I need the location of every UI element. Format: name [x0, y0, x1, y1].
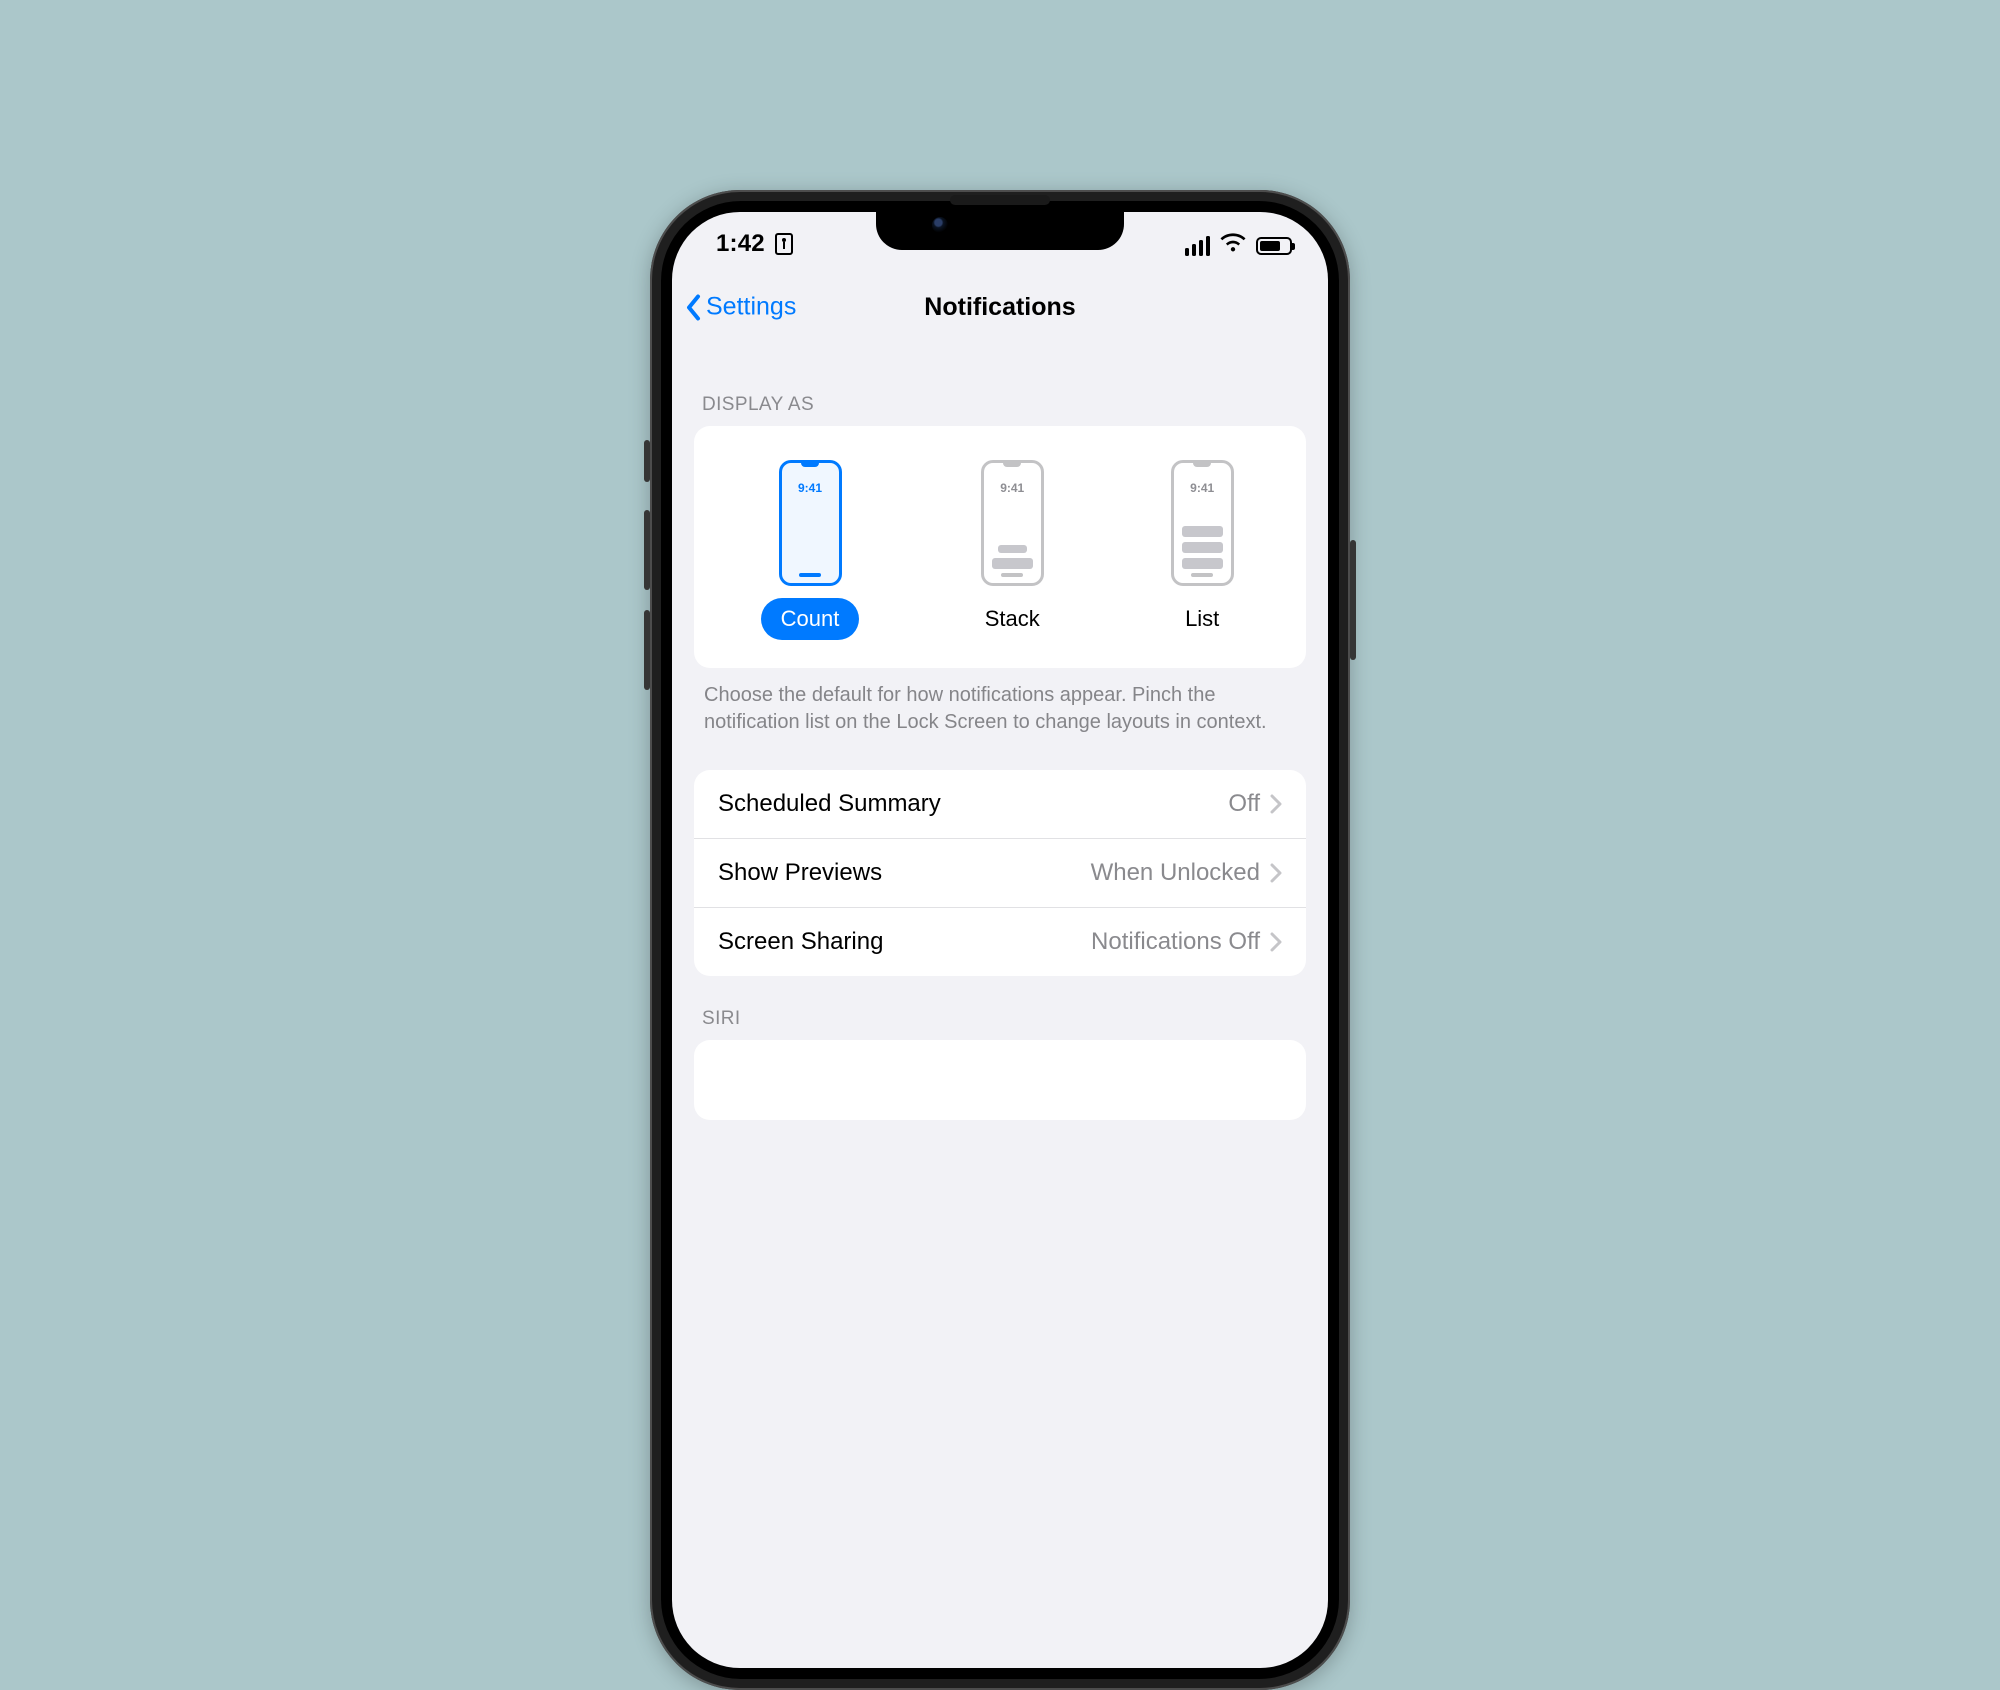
stack-preview-icon: 9:41 — [981, 460, 1044, 586]
cellular-signal-icon — [1185, 236, 1211, 256]
device-notch — [876, 201, 1124, 250]
chevron-left-icon — [684, 293, 702, 321]
chevron-right-icon — [1270, 863, 1282, 883]
display-as-option-stack[interactable]: 9:41 Stack — [965, 460, 1060, 640]
display-as-card: 9:41 Count 9:41 — [694, 426, 1306, 668]
iphone-device-frame: 1:42 Settings — [650, 190, 1350, 1690]
row-label: Scheduled Summary — [718, 790, 941, 818]
page-title: Notifications — [924, 293, 1075, 322]
chevron-right-icon — [1270, 932, 1282, 952]
list-preview-icon: 9:41 — [1171, 460, 1234, 586]
display-as-option-list[interactable]: 9:41 List — [1165, 460, 1239, 640]
display-as-label: List — [1165, 598, 1239, 640]
scheduled-summary-row[interactable]: Scheduled Summary Off — [694, 770, 1306, 838]
settings-rows-card: Scheduled Summary Off Show Previews When… — [694, 770, 1306, 976]
wifi-icon — [1220, 232, 1246, 260]
screen-sharing-row[interactable]: Screen Sharing Notifications Off — [694, 907, 1306, 976]
count-preview-icon: 9:41 — [779, 460, 842, 586]
show-previews-row[interactable]: Show Previews When Unlocked — [694, 838, 1306, 907]
row-label: Screen Sharing — [718, 928, 883, 956]
side-button — [1350, 540, 1356, 660]
display-as-option-count[interactable]: 9:41 Count — [761, 460, 860, 640]
mute-switch — [644, 440, 650, 482]
row-value: Notifications Off — [1091, 928, 1260, 956]
status-time: 1:42 — [716, 230, 765, 258]
battery-icon — [1256, 237, 1292, 255]
screen: 1:42 Settings — [672, 212, 1328, 1668]
volume-up-button — [644, 510, 650, 590]
row-label: Show Previews — [718, 859, 882, 887]
display-as-footer: Choose the default for how notifications… — [694, 668, 1306, 736]
volume-down-button — [644, 610, 650, 690]
chevron-right-icon — [1270, 794, 1282, 814]
display-as-label: Stack — [965, 598, 1060, 640]
portrait-orientation-lock-icon — [775, 233, 793, 255]
display-as-label: Count — [761, 598, 860, 640]
siri-header: SIRI — [694, 976, 1306, 1040]
navigation-bar: Settings Notifications — [672, 276, 1328, 338]
row-value: When Unlocked — [1091, 859, 1260, 887]
display-as-header: DISPLAY AS — [694, 362, 1306, 426]
siri-card — [694, 1040, 1306, 1120]
row-value: Off — [1228, 790, 1260, 818]
back-label: Settings — [706, 293, 796, 322]
back-button[interactable]: Settings — [684, 293, 796, 322]
